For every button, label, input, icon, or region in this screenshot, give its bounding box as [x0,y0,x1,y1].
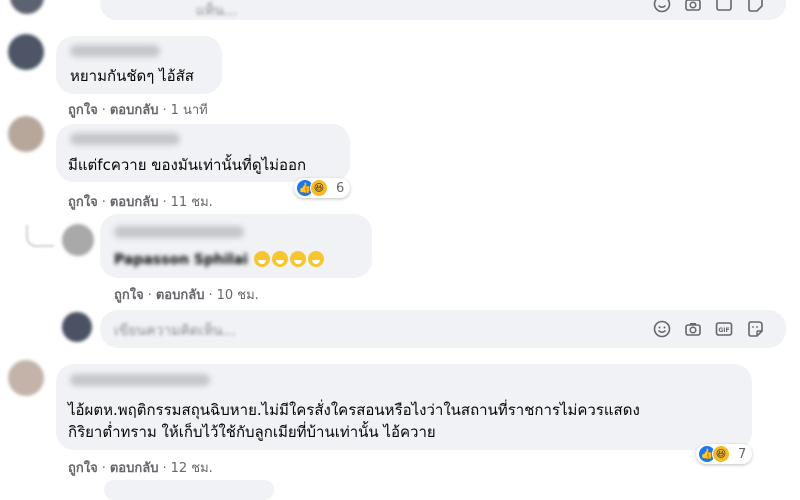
reply-thread-line [26,225,54,247]
comment-3-name-tag[interactable]: Papasson Sphilai [114,252,248,268]
camera-icon[interactable] [683,319,703,339]
comment-1-time[interactable]: 1 นาที [171,103,208,118]
top-input-placeholder: แท็น... [196,3,238,19]
haha-reaction-icon: 😆 [310,179,328,197]
emoji-icon[interactable] [652,0,672,14]
comment-4-reactions[interactable]: 👍 😆 7 [696,444,753,464]
comment-4-actions: ถูกใจ · ตอบกลับ · 12 ชม. [68,461,213,476]
sticker-icon[interactable] [745,319,765,339]
comment-2-author[interactable] [70,133,180,145]
comment-1-avatar[interactable] [8,34,44,70]
comment-4-time[interactable]: 12 ชม. [171,461,213,476]
comment-2-like-button[interactable]: ถูกใจ [68,195,98,210]
comment-4-text-line2: กิริยาต่ำทราม ให้เก็บไว้ใช้กับลูกเมียที่… [68,423,436,441]
comment-2-time[interactable]: 11 ชม. [171,195,213,210]
gif-label: GIF [718,327,729,334]
comment-2-text: มีแต่fcควาย ของมันเท่านั้นที่ดูไม่ออก [68,156,307,174]
comment-1-bubble: หยามกันชัดๆ ไอ้สัส [56,36,222,94]
comment-2-actions: ถูกใจ · ตอบกลับ · 11 ชม. [68,195,213,210]
comment-2-reactions[interactable]: 👍 😆 6 [294,178,351,198]
comment-4-author[interactable] [70,374,210,386]
reply-input-placeholder: เขียนความคิดเห็น... [114,323,236,339]
comment-3-like-button[interactable]: ถูกใจ [114,288,144,303]
top-avatar[interactable] [10,0,44,14]
comment-1-author[interactable] [70,45,160,57]
comment-2-reaction-count: 6 [336,180,345,196]
sticker-icon[interactable] [745,0,765,14]
gif-icon[interactable] [714,0,734,14]
comment-3-reply-button[interactable]: ตอบกลับ [156,288,205,303]
surprised-emoji-icon [254,251,271,267]
grin-emoji-icon [308,251,325,267]
comment-3-text: Papasson Sphilai [114,250,325,270]
comment-4-reaction-count: 7 [738,446,747,462]
comment-2-bubble: มีแต่fcควาย ของมันเท่านั้นที่ดูไม่ออก [56,124,350,182]
comment-3-bubble: Papasson Sphilai [100,214,372,278]
comment-3-time[interactable]: 10 ชม. [217,288,259,303]
gif-icon[interactable]: GIF [714,319,734,339]
top-input-icons [652,0,765,14]
comment-1-actions: ถูกใจ · ตอบกลับ · 1 นาที [68,103,208,118]
comment-4-bubble: ไอ้ผตห.พฤติกรรมสถุนฉิบหาย.ไม่มีใครสั่งใค… [56,364,752,450]
reply-input-icons: GIF [652,319,765,339]
reply-input-avatar[interactable] [62,312,92,342]
comment-3-actions: ถูกใจ · ตอบกลับ · 10 ชม. [114,288,259,303]
camera-icon[interactable] [683,0,703,14]
comment-1-like-button[interactable]: ถูกใจ [68,103,98,118]
comment-3-avatar[interactable] [62,224,94,256]
comment-4-text-line1: ไอ้ผตห.พฤติกรรมสถุนฉิบหาย.ไม่มีใครสั่งใค… [68,401,640,419]
comment-1-reply-button[interactable]: ตอบกลับ [110,103,159,118]
comment-1-text: หยามกันชัดๆ ไอ้สัส [70,67,194,85]
comment-4-avatar[interactable] [8,360,44,396]
comment-4-reply-button[interactable]: ตอบกลับ [110,461,159,476]
comment-2-avatar[interactable] [8,116,44,152]
comment-2-reply-button[interactable]: ตอบกลับ [110,195,159,210]
haha-reaction-icon: 😆 [712,445,730,463]
grin-emoji-icon [290,251,307,267]
emoji-icon[interactable] [652,319,672,339]
comment-4-like-button[interactable]: ถูกใจ [68,461,98,476]
next-comment-bubble [104,480,274,500]
surprised-emoji-icon [272,251,289,267]
comment-3-author[interactable] [114,226,244,238]
